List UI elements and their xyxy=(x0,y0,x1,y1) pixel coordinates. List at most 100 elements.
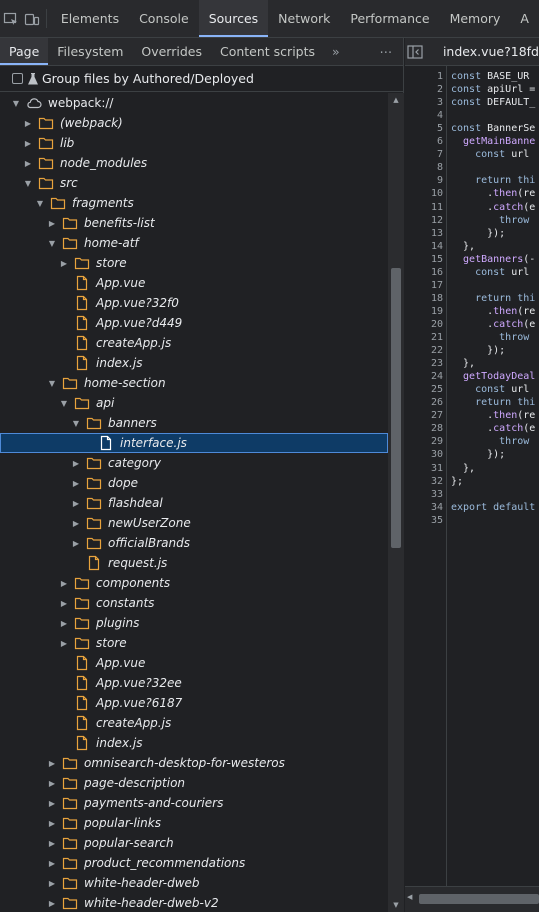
collapsed-arrow-icon[interactable]: ▶ xyxy=(46,753,58,773)
horizontal-scroll-thumb[interactable] xyxy=(419,894,539,904)
tab-console[interactable]: Console xyxy=(129,0,199,37)
editor-horizontal-scrollbar[interactable]: ◀ xyxy=(405,886,539,912)
tree-folder[interactable]: ▶ dope xyxy=(0,473,388,493)
tree-folder[interactable]: ▶ popular-links xyxy=(0,813,388,833)
tree-folder[interactable]: ▼ home-section xyxy=(0,373,388,393)
tree-folder[interactable]: ▼ api xyxy=(0,393,388,413)
expanded-arrow-icon[interactable]: ▼ xyxy=(46,373,58,393)
tree-folder[interactable]: ▼ webpack:// xyxy=(0,93,388,113)
tree-folder[interactable]: ▶ officialBrands xyxy=(0,533,388,553)
scroll-left-icon[interactable]: ◀ xyxy=(407,893,412,901)
tree-folder[interactable]: ▶ white-header-dweb xyxy=(0,873,388,893)
tree-file[interactable]: App.vue?6187 xyxy=(0,693,388,713)
tree-folder[interactable]: ▶ store xyxy=(0,633,388,653)
tree-folder[interactable]: ▶ lib xyxy=(0,133,388,153)
tree-folder[interactable]: ▶ white-header-dweb-v2 xyxy=(0,893,388,912)
tree-folder[interactable]: ▼ home-atf xyxy=(0,233,388,253)
tree-folder[interactable]: ▼ src xyxy=(0,173,388,193)
inspect-element-button[interactable] xyxy=(0,0,21,37)
tab-content-scripts[interactable]: Content scripts xyxy=(211,38,324,65)
tree-folder[interactable]: ▶ flashdeal xyxy=(0,493,388,513)
tab-network[interactable]: Network xyxy=(268,0,340,37)
collapsed-arrow-icon[interactable]: ▶ xyxy=(22,113,34,133)
collapsed-arrow-icon[interactable]: ▶ xyxy=(22,153,34,173)
toggle-navigator-button[interactable] xyxy=(405,44,425,59)
tree-file[interactable]: index.js xyxy=(0,733,388,753)
code-line: getMainBanne xyxy=(451,135,535,148)
code-editor[interactable]: 1 2 3 4 5 6 7 8 9 10 11 12 13 14 15 16 17 18 19 20 21 22 23 24 2… xyxy=(405,66,539,886)
tree-file[interactable]: App.vue?d449 xyxy=(0,313,388,333)
device-toolbar-button[interactable] xyxy=(21,0,42,37)
tree-folder[interactable]: ▶ constants xyxy=(0,593,388,613)
tree-file[interactable]: App.vue xyxy=(0,273,388,293)
tree-folder[interactable]: ▶ payments-and-couriers xyxy=(0,793,388,813)
editor-file-tab[interactable]: index.vue?18fd xyxy=(425,44,539,59)
tree-folder[interactable]: ▶ plugins xyxy=(0,613,388,633)
expanded-arrow-icon[interactable]: ▼ xyxy=(22,173,34,193)
collapsed-arrow-icon[interactable]: ▶ xyxy=(46,773,58,793)
collapsed-arrow-icon[interactable]: ▶ xyxy=(46,893,58,912)
scroll-up-icon[interactable]: ▲ xyxy=(388,93,404,107)
tree-folder[interactable]: ▼ fragments xyxy=(0,193,388,213)
tab-sources[interactable]: Sources xyxy=(198,0,269,37)
expanded-arrow-icon[interactable]: ▼ xyxy=(58,393,70,413)
tab-performance[interactable]: Performance xyxy=(340,0,439,37)
tree-file[interactable]: interface.js xyxy=(0,433,388,453)
expanded-arrow-icon[interactable]: ▼ xyxy=(10,93,22,113)
tab-a[interactable]: A xyxy=(510,0,539,37)
tree-folder[interactable]: ▶ page-description xyxy=(0,773,388,793)
collapsed-arrow-icon[interactable]: ▶ xyxy=(70,533,82,553)
tree-folder[interactable]: ▶ store xyxy=(0,253,388,273)
code-line: const apiUrl = xyxy=(451,83,535,96)
collapsed-arrow-icon[interactable]: ▶ xyxy=(46,793,58,813)
tree-folder[interactable]: ▶ (webpack) xyxy=(0,113,388,133)
collapsed-arrow-icon[interactable]: ▶ xyxy=(46,813,58,833)
collapsed-arrow-icon[interactable]: ▶ xyxy=(58,253,70,273)
collapsed-arrow-icon[interactable]: ▶ xyxy=(70,493,82,513)
tab-overrides[interactable]: Overrides xyxy=(132,38,211,65)
tab-memory[interactable]: Memory xyxy=(440,0,511,37)
group-files-toggle[interactable]: Group files by Authored/Deployed xyxy=(0,66,403,92)
tree-folder[interactable]: ▼ banners xyxy=(0,413,388,433)
tree-file[interactable]: App.vue xyxy=(0,653,388,673)
tree-folder[interactable]: ▶ popular-search xyxy=(0,833,388,853)
collapsed-arrow-icon[interactable]: ▶ xyxy=(58,573,70,593)
tab-page[interactable]: Page xyxy=(0,38,49,65)
tree-scrollbar[interactable]: ▲ ▼ xyxy=(388,93,404,912)
collapsed-arrow-icon[interactable]: ▶ xyxy=(22,133,34,153)
collapsed-arrow-icon[interactable]: ▶ xyxy=(70,513,82,533)
expanded-arrow-icon[interactable]: ▼ xyxy=(70,413,82,433)
tree-file[interactable]: createApp.js xyxy=(0,713,388,733)
collapsed-arrow-icon[interactable]: ▶ xyxy=(46,853,58,873)
collapsed-arrow-icon[interactable]: ▶ xyxy=(58,633,70,653)
tree-folder[interactable]: ▶ omnisearch-desktop-for-westeros xyxy=(0,753,388,773)
tree-folder[interactable]: ▶ components xyxy=(0,573,388,593)
tree-folder[interactable]: ▶ benefits-list xyxy=(0,213,388,233)
tab-filesystem[interactable]: Filesystem xyxy=(48,38,132,65)
tree-file[interactable]: App.vue?32f0 xyxy=(0,293,388,313)
tree-file[interactable]: index.js xyxy=(0,353,388,373)
group-files-checkbox[interactable] xyxy=(12,73,23,84)
scroll-down-icon[interactable]: ▼ xyxy=(388,898,404,912)
collapsed-arrow-icon[interactable]: ▶ xyxy=(70,453,82,473)
collapsed-arrow-icon[interactable]: ▶ xyxy=(46,833,58,853)
code-token: (- xyxy=(523,253,536,265)
tree-file[interactable]: App.vue?32ee xyxy=(0,673,388,693)
navigator-menu-icon[interactable]: ⋯ xyxy=(371,38,404,65)
expanded-arrow-icon[interactable]: ▼ xyxy=(34,193,46,213)
collapsed-arrow-icon[interactable]: ▶ xyxy=(58,593,70,613)
tree-file[interactable]: request.js xyxy=(0,553,388,573)
tab-elements[interactable]: Elements xyxy=(51,0,129,37)
tree-file[interactable]: createApp.js xyxy=(0,333,388,353)
tree-folder[interactable]: ▶ newUserZone xyxy=(0,513,388,533)
tree-folder[interactable]: ▶ category xyxy=(0,453,388,473)
collapsed-arrow-icon[interactable]: ▶ xyxy=(46,213,58,233)
tree-folder[interactable]: ▶ product_recommendations xyxy=(0,853,388,873)
collapsed-arrow-icon[interactable]: ▶ xyxy=(58,613,70,633)
expanded-arrow-icon[interactable]: ▼ xyxy=(46,233,58,253)
tree-folder[interactable]: ▶ node_modules xyxy=(0,153,388,173)
collapsed-arrow-icon[interactable]: ▶ xyxy=(70,473,82,493)
more-tabs-chevron-icon[interactable]: » xyxy=(324,38,348,65)
scroll-thumb[interactable] xyxy=(391,268,401,548)
collapsed-arrow-icon[interactable]: ▶ xyxy=(46,873,58,893)
